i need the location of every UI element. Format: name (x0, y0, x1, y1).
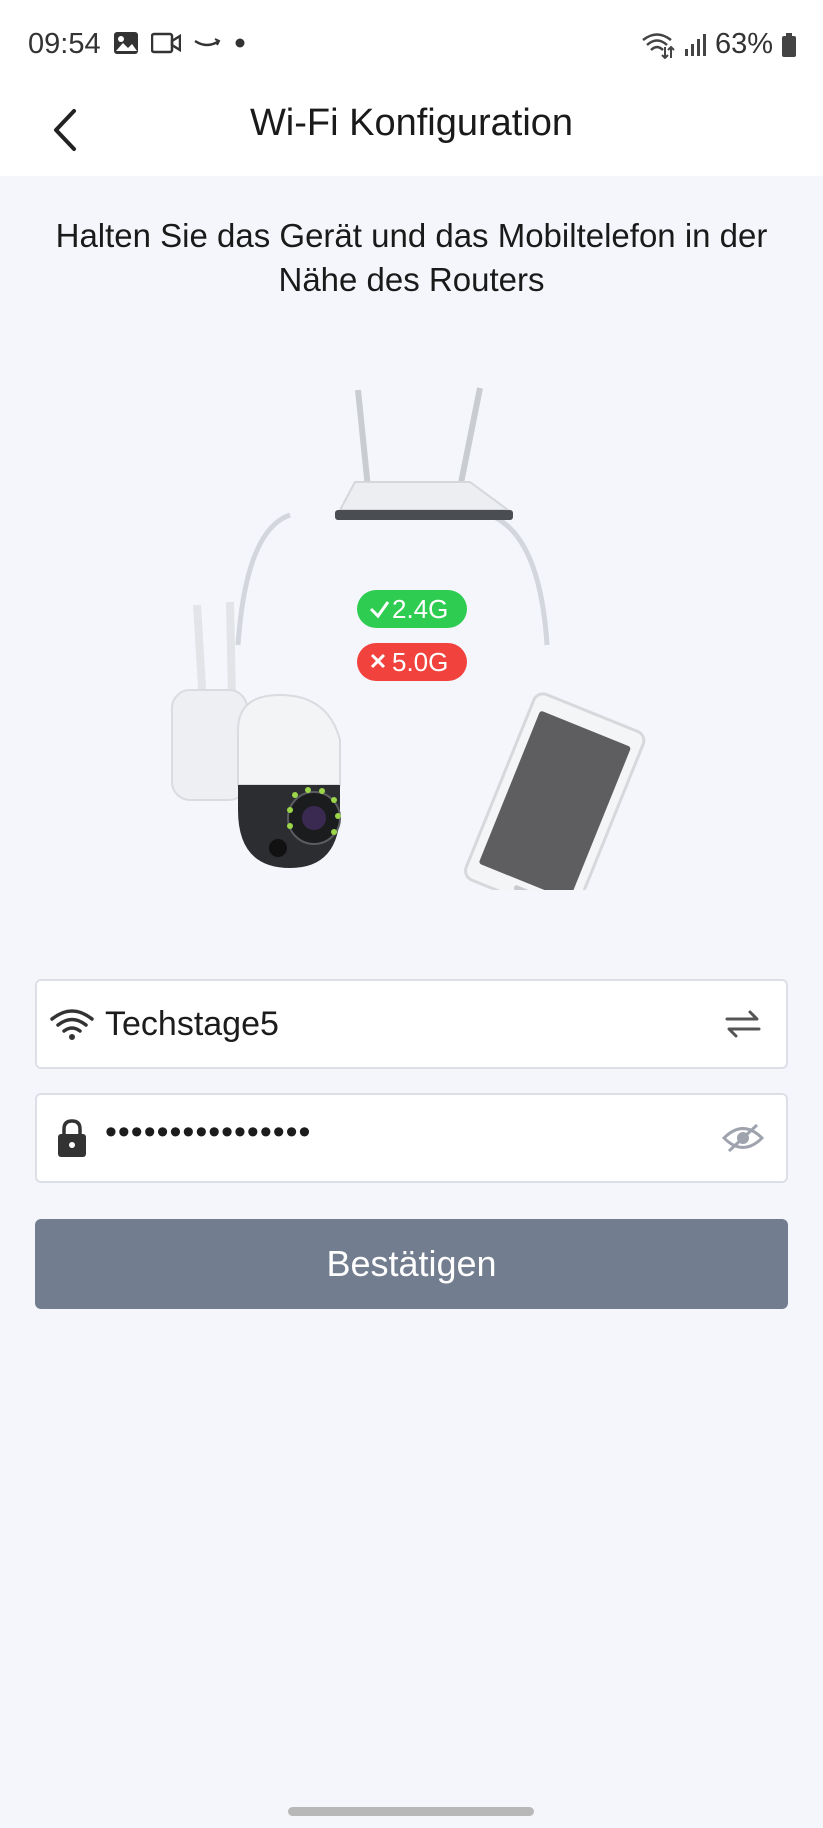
status-bar: 09:54 63% (0, 0, 823, 90)
lock-icon (49, 1115, 95, 1161)
camera-image (171, 601, 341, 868)
switch-network-icon[interactable] (718, 1001, 768, 1047)
connection-arc-left (235, 512, 291, 646)
badge-5-0g-label: 5.0G (392, 647, 448, 677)
dot-icon (235, 38, 245, 48)
wifi-password-field[interactable]: •••••••••••••••• (35, 1093, 788, 1183)
gallery-icon (114, 32, 138, 54)
setup-illustration: 2.4G 5.0G (171, 387, 646, 890)
instruction-text: Halten Sie das Gerät und das Mobiltelefo… (55, 217, 768, 298)
amazon-icon (194, 38, 221, 47)
battery-icon (782, 32, 796, 57)
badge-2-4g: 2.4G (357, 590, 467, 628)
status-time: 09:54 (28, 28, 101, 60)
wifi-ssid-value: Techstage5 (105, 1005, 279, 1043)
page-title: Wi-Fi Konfiguration (249, 102, 574, 144)
wifi-ssid-field[interactable]: Techstage5 (35, 979, 788, 1069)
badge-2-4g-label: 2.4G (392, 594, 448, 624)
app-bar: Wi-Fi Konfiguration (0, 90, 823, 176)
confirm-button[interactable]: Bestätigen (35, 1219, 788, 1309)
system-icons: 63% (641, 28, 797, 61)
video-icon (151, 32, 181, 54)
eye-off-icon[interactable] (718, 1115, 768, 1161)
signal-icon (684, 33, 706, 56)
router-image (335, 387, 513, 520)
home-indicator[interactable] (288, 1807, 534, 1816)
wifi-password-value: •••••••••••••••• (105, 1113, 312, 1151)
wifi-icon (49, 1001, 95, 1047)
badge-5-0g: 5.0G (357, 643, 467, 681)
connection-arc-right (489, 512, 550, 646)
notification-icons (113, 30, 247, 56)
wifi-status-icon (642, 32, 675, 59)
battery-percent: 63% (714, 28, 773, 60)
phone-image (464, 692, 646, 890)
